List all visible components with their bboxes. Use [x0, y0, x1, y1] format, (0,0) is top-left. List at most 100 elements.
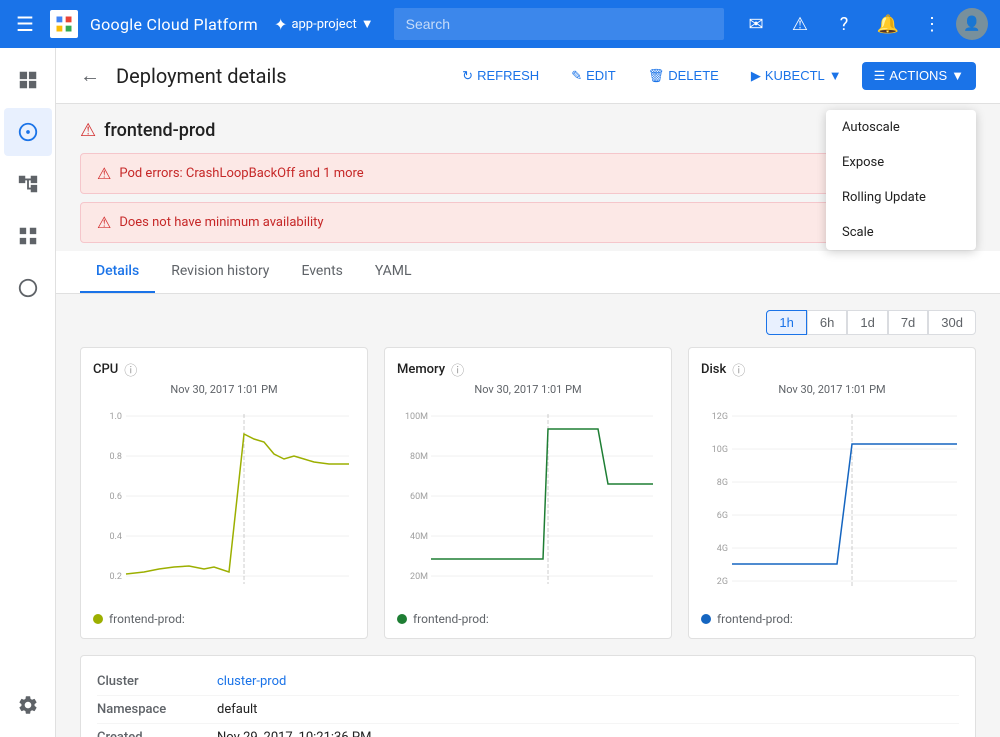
created-value: Nov 29, 2017, 10:21:36 PM [217, 730, 371, 737]
svg-text:40M: 40M [410, 532, 428, 542]
time-1h-button[interactable]: 1h [766, 310, 806, 335]
cpu-chart-area: 1.0 0.8 0.6 0.4 0.2 [93, 404, 355, 604]
delete-icon: 🗑 [648, 68, 665, 84]
memory-chart-title: Memory [397, 362, 445, 377]
disk-chart-area: 12G 10G 8G 6G 4G 2G [701, 404, 963, 604]
sidebar-item-settings[interactable] [4, 681, 52, 729]
sidebar-item-hierarchy[interactable] [4, 160, 52, 208]
cluster-label: Cluster [97, 674, 217, 689]
back-button[interactable]: ← [80, 63, 100, 88]
actions-button[interactable]: ☰ ACTIONS ▼ [862, 62, 976, 90]
disk-legend-label: frontend-prod: [717, 612, 793, 626]
svg-text:0.2: 0.2 [110, 572, 123, 582]
scale-menu-item[interactable]: Scale [826, 215, 976, 250]
svg-text:10G: 10G [712, 445, 728, 455]
tab-yaml[interactable]: YAML [359, 251, 428, 293]
notifications-icon[interactable]: 🔔 [868, 4, 908, 44]
svg-text:0.8: 0.8 [110, 452, 123, 462]
edit-button[interactable]: ✎ EDIT [559, 62, 628, 90]
svg-text:80M: 80M [410, 452, 428, 462]
memory-help-icon[interactable]: ⓘ [451, 360, 464, 379]
time-6h-button[interactable]: 6h [807, 310, 847, 335]
tabs-bar: Details Revision history Events YAML [56, 251, 1000, 294]
info-row-cluster: Cluster cluster-prod [97, 668, 959, 696]
namespace-value: default [217, 702, 257, 717]
disk-help-icon[interactable]: ⓘ [732, 360, 745, 379]
svg-text:12G: 12G [712, 412, 728, 422]
chevron-down-icon: ▼ [361, 16, 374, 32]
search-input[interactable] [394, 8, 724, 40]
svg-text:0.6: 0.6 [110, 492, 123, 502]
error-text-2: Does not have minimum availability [119, 215, 323, 230]
svg-text:100M: 100M [405, 412, 428, 422]
svg-text:6G: 6G [717, 511, 728, 521]
sidebar-item-dashboard[interactable] [4, 56, 52, 104]
info-row-namespace: Namespace default [97, 696, 959, 724]
deployment-name: frontend-prod [104, 120, 215, 141]
alert-icon[interactable]: ⚠ [780, 4, 820, 44]
help-icon[interactable]: ? [824, 4, 864, 44]
tab-details[interactable]: Details [80, 251, 155, 293]
autoscale-menu-item[interactable]: Autoscale [826, 110, 976, 145]
time-7d-button[interactable]: 7d [888, 310, 928, 335]
cpu-chart-title: CPU [93, 362, 118, 377]
project-dot-icon: ✦ [274, 15, 287, 34]
kubectl-button[interactable]: ▶ KUBECTL ▼ [739, 62, 854, 90]
sidebar [0, 48, 56, 737]
disk-chart-header: Disk ⓘ [701, 360, 963, 379]
rolling-update-menu-item[interactable]: Rolling Update [826, 180, 976, 215]
sidebar-item-kubernetes[interactable] [4, 108, 52, 156]
cpu-legend: frontend-prod: [93, 612, 355, 626]
memory-chart-timestamp: Nov 30, 2017 1:01 PM [397, 383, 659, 396]
time-range-selector: 1h 6h 1d 7d 30d [80, 310, 976, 335]
sidebar-item-grid[interactable] [4, 212, 52, 260]
page-header: ← Deployment details ↻ REFRESH ✎ EDIT 🗑 … [56, 48, 1000, 104]
more-options-icon[interactable]: ⋮ [912, 4, 952, 44]
svg-text:1.0: 1.0 [110, 412, 123, 422]
cpu-chart-card: CPU ⓘ Nov 30, 2017 1:01 PM 1.0 0.8 0.6 0… [80, 347, 368, 639]
delete-button[interactable]: 🗑 DELETE [636, 62, 731, 90]
svg-text:8G: 8G [717, 478, 728, 488]
tab-events[interactable]: Events [285, 251, 358, 293]
disk-legend-dot [701, 614, 711, 624]
error-circle-icon: ⚠ [80, 120, 96, 141]
svg-text:0.4: 0.4 [110, 532, 123, 542]
header-actions: ↻ REFRESH ✎ EDIT 🗑 DELETE ▶ KUBECTL ▼ [450, 62, 976, 90]
charts-row: CPU ⓘ Nov 30, 2017 1:01 PM 1.0 0.8 0.6 0… [80, 347, 976, 639]
svg-text:20M: 20M [410, 572, 428, 582]
expose-menu-item[interactable]: Expose [826, 145, 976, 180]
nav-icons: ✉ ⚠ ? 🔔 ⋮ 👤 [736, 4, 988, 44]
time-30d-button[interactable]: 30d [928, 310, 976, 335]
sidebar-bottom [4, 681, 52, 729]
actions-list-icon: ☰ [874, 68, 886, 84]
disk-legend: frontend-prod: [701, 612, 963, 626]
disk-chart-title: Disk [701, 362, 726, 377]
actions-chevron-icon: ▼ [951, 68, 964, 83]
refresh-button[interactable]: ↻ REFRESH [450, 62, 551, 90]
memory-chart-area: 100M 80M 60M 40M 20M [397, 404, 659, 604]
menu-button[interactable]: ☰ [12, 8, 38, 40]
memory-chart-card: Memory ⓘ Nov 30, 2017 1:01 PM 100M 80M 6… [384, 347, 672, 639]
namespace-label: Namespace [97, 702, 217, 717]
error-text-1: Pod errors: CrashLoopBackOff and 1 more [119, 166, 363, 181]
tab-revision-history[interactable]: Revision history [155, 251, 285, 293]
info-table: Cluster cluster-prod Namespace default C… [80, 655, 976, 737]
time-1d-button[interactable]: 1d [847, 310, 887, 335]
project-name: app-project [291, 17, 356, 32]
created-label: Created [97, 730, 217, 737]
info-row-created: Created Nov 29, 2017, 10:21:36 PM [97, 724, 959, 737]
cpu-help-icon[interactable]: ⓘ [124, 360, 137, 379]
memory-chart-svg: 100M 80M 60M 40M 20M [397, 404, 659, 604]
svg-text:60M: 60M [410, 492, 428, 502]
kubectl-icon: ▶ [751, 68, 761, 84]
memory-legend-label: frontend-prod: [413, 612, 489, 626]
email-icon[interactable]: ✉ [736, 4, 776, 44]
cluster-value[interactable]: cluster-prod [217, 674, 286, 689]
user-avatar[interactable]: 👤 [956, 8, 988, 40]
cpu-chart-timestamp: Nov 30, 2017 1:01 PM [93, 383, 355, 396]
cpu-legend-label: frontend-prod: [109, 612, 185, 626]
top-navigation: ☰ Google Cloud Platform ✦ app-project ▼ … [0, 0, 1000, 48]
sidebar-item-circle[interactable] [4, 264, 52, 312]
warning-icon-2: ⚠ [97, 213, 111, 232]
project-selector[interactable]: ✦ app-project ▼ [274, 15, 374, 34]
